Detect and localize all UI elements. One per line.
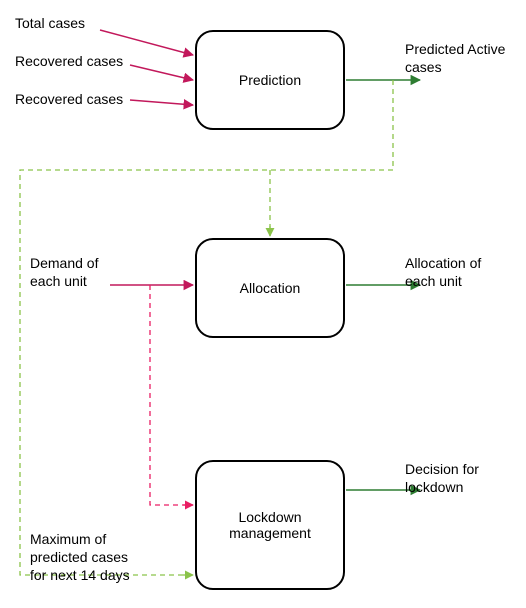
label-allocation-out: Allocation of each unit	[405, 254, 481, 290]
arrow-recovered-1	[130, 65, 193, 80]
lockdown-box: Lockdown management	[195, 460, 345, 590]
arrow-recovered-2	[130, 100, 193, 105]
label-max-predicted: Maximum of predicted cases for next 14 d…	[30, 530, 130, 585]
label-total-cases: Total cases	[15, 14, 85, 32]
prediction-box: Prediction	[195, 30, 345, 130]
label-decision: Decision for lockdown	[405, 460, 479, 496]
prediction-label: Prediction	[239, 72, 301, 88]
allocation-label: Allocation	[240, 280, 301, 296]
dashed-demand-to-lockdown	[150, 285, 193, 505]
allocation-box: Allocation	[195, 238, 345, 338]
label-recovered-1: Recovered cases	[15, 52, 123, 70]
lockdown-label: Lockdown management	[229, 509, 311, 541]
label-recovered-2: Recovered cases	[15, 90, 123, 108]
label-predicted-active: Predicted Active cases	[405, 40, 505, 76]
label-demand: Demand of each unit	[30, 254, 98, 290]
